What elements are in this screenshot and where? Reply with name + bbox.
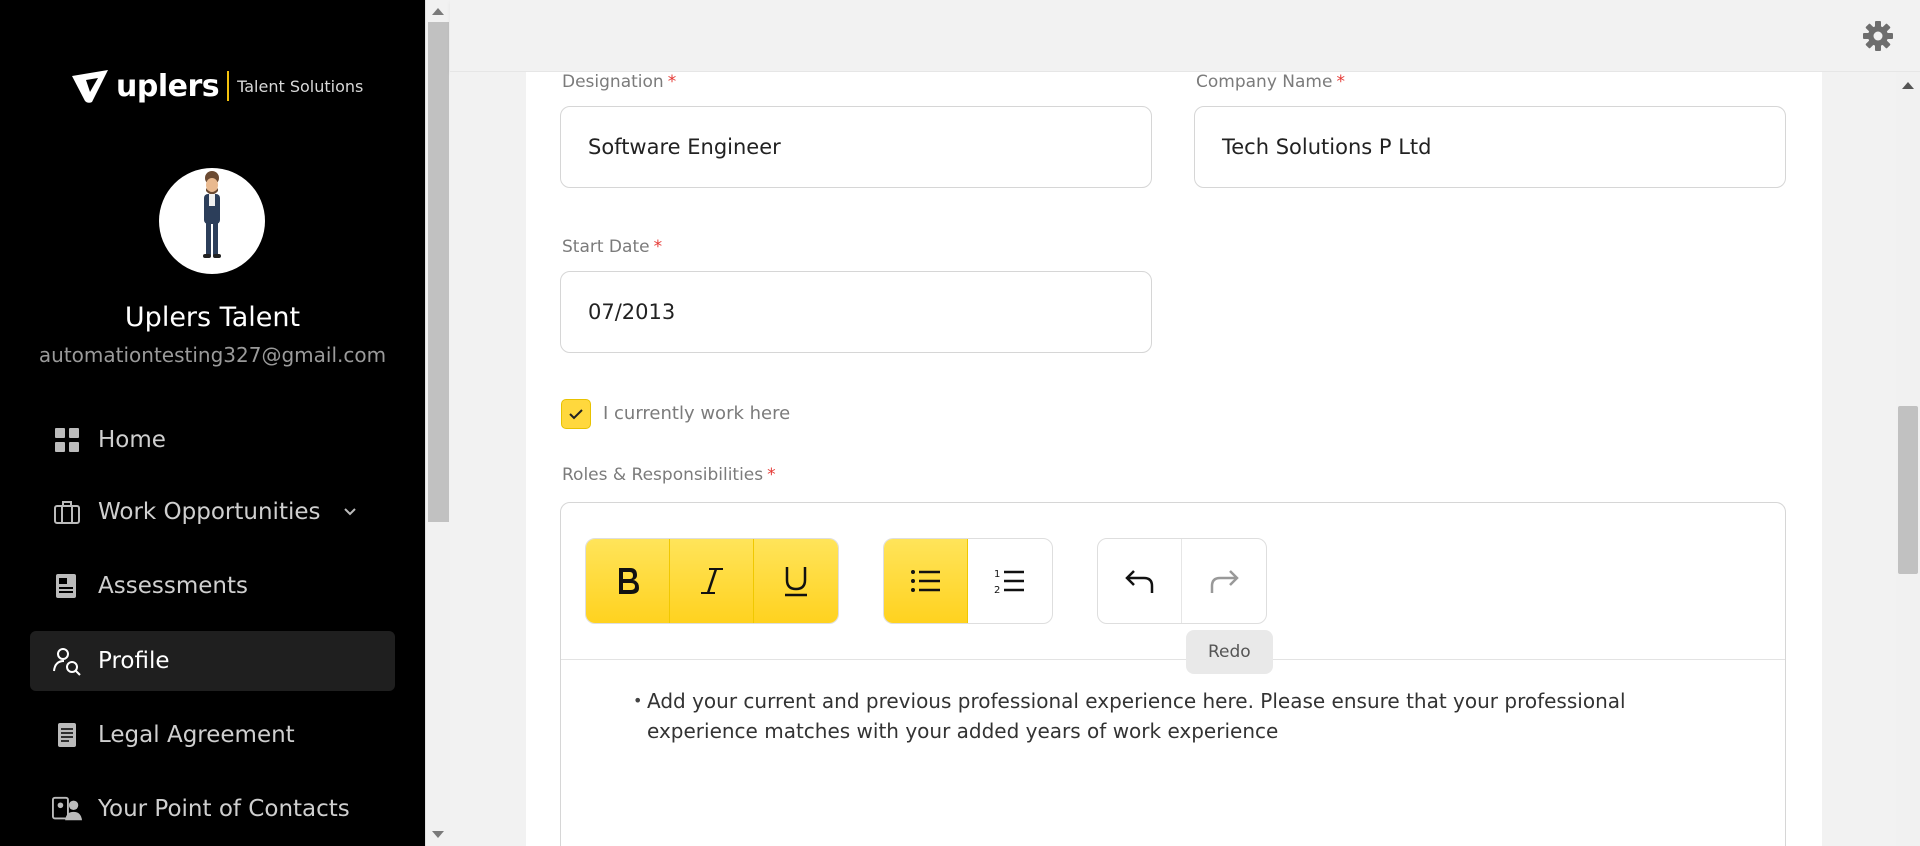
underline-icon [785, 567, 807, 597]
format-button-group [585, 538, 839, 624]
sidebar-item-label: Profile [98, 648, 170, 674]
sidebar-item-assessments[interactable]: Assessments [30, 556, 395, 616]
scroll-up-arrow-icon[interactable] [432, 8, 444, 15]
content-scrollbar[interactable] [1896, 72, 1920, 846]
list-button-group: 12 [883, 538, 1053, 624]
company-name-input[interactable]: Tech Solutions P Ltd [1194, 106, 1786, 188]
sidebar: uplers Talent Solutions Uplers Talent au… [0, 0, 425, 846]
avatar-figure-icon [203, 171, 221, 258]
profile-search-icon [52, 646, 82, 676]
uplers-logo-icon [72, 70, 108, 103]
numbered-list-button[interactable]: 12 [968, 539, 1052, 623]
numbered-list-icon: 12 [994, 569, 1024, 595]
scroll-up-arrow-icon[interactable] [1902, 82, 1914, 89]
redo-icon [1210, 570, 1239, 593]
brand-tagline: Talent Solutions [237, 76, 364, 96]
roles-rich-text-editor: 12 Redo Add your current and previous pr… [560, 502, 1786, 846]
editor-toolbar: 12 Redo [561, 503, 1785, 674]
currently-work-here-label[interactable]: I currently work here [603, 403, 790, 424]
chevron-down-icon[interactable] [343, 505, 357, 519]
scroll-down-arrow-icon[interactable] [432, 831, 444, 838]
underline-button[interactable] [754, 539, 838, 623]
company-name-value: Tech Solutions P Ltd [1222, 135, 1432, 159]
sidebar-item-label: Assessments [98, 573, 248, 599]
history-button-group [1097, 538, 1267, 624]
sidebar-item-home[interactable]: Home [30, 410, 395, 470]
document-icon [52, 720, 82, 750]
experience-form-card: Designation * Software Engineer Company N… [526, 72, 1822, 846]
start-date-label: Start Date * [562, 237, 663, 257]
logo-divider [227, 71, 230, 101]
italic-icon [700, 568, 723, 594]
roles-label: Roles & Responsibilities * [562, 465, 776, 485]
italic-button[interactable] [670, 539, 754, 623]
designation-label: Designation * [562, 72, 677, 92]
undo-button[interactable] [1098, 539, 1182, 623]
main-content: Designation * Software Engineer Company N… [450, 72, 1896, 846]
sidebar-scrollbar[interactable] [425, 0, 450, 846]
bold-icon [618, 568, 639, 594]
svg-text:1: 1 [994, 569, 1000, 580]
designation-value: Software Engineer [588, 135, 781, 159]
bold-button[interactable] [586, 539, 670, 623]
sidebar-item-label: Legal Agreement [98, 722, 295, 748]
sidebar-item-label: Home [98, 427, 166, 453]
avatar[interactable] [159, 168, 265, 274]
sidebar-item-label: Your Point of Contacts [98, 796, 350, 822]
brand-logo[interactable]: uplers Talent Solutions [68, 66, 363, 106]
sidebar-item-label: Work Opportunities [98, 499, 321, 525]
scrollbar-thumb[interactable] [1898, 406, 1918, 574]
sidebar-item-legal-agreement[interactable]: Legal Agreement [30, 705, 395, 765]
assessment-icon [52, 571, 82, 601]
company-name-label: Company Name * [1196, 72, 1345, 92]
redo-button[interactable] [1182, 539, 1266, 623]
bullet-list-icon [910, 570, 940, 592]
brand-name: uplers [116, 68, 220, 104]
gear-icon[interactable] [1862, 20, 1894, 52]
bullet-list-button[interactable] [884, 539, 968, 623]
grid-icon [52, 425, 82, 455]
start-date-input[interactable]: 07/2013 [560, 271, 1152, 353]
checkmark-icon [569, 409, 583, 420]
user-name: Uplers Talent [124, 302, 301, 333]
briefcase-icon [52, 497, 82, 527]
start-date-value: 07/2013 [588, 300, 676, 324]
top-bar [450, 0, 1920, 72]
sidebar-item-point-of-contacts[interactable]: Your Point of Contacts [30, 779, 395, 839]
scrollbar-thumb[interactable] [428, 22, 449, 522]
sidebar-item-work-opportunities[interactable]: Work Opportunities [30, 482, 395, 542]
sidebar-item-profile[interactable]: Profile [30, 631, 395, 691]
svg-text:2: 2 [994, 585, 1000, 595]
contacts-icon [52, 794, 82, 824]
user-email: automationtesting327@gmail.com [38, 343, 387, 367]
currently-work-here-checkbox[interactable] [561, 399, 591, 429]
designation-input[interactable]: Software Engineer [560, 106, 1152, 188]
undo-icon [1124, 570, 1153, 593]
editor-content[interactable]: Add your current and previous profession… [561, 660, 1785, 746]
editor-bullet-item: Add your current and previous profession… [633, 686, 1705, 746]
